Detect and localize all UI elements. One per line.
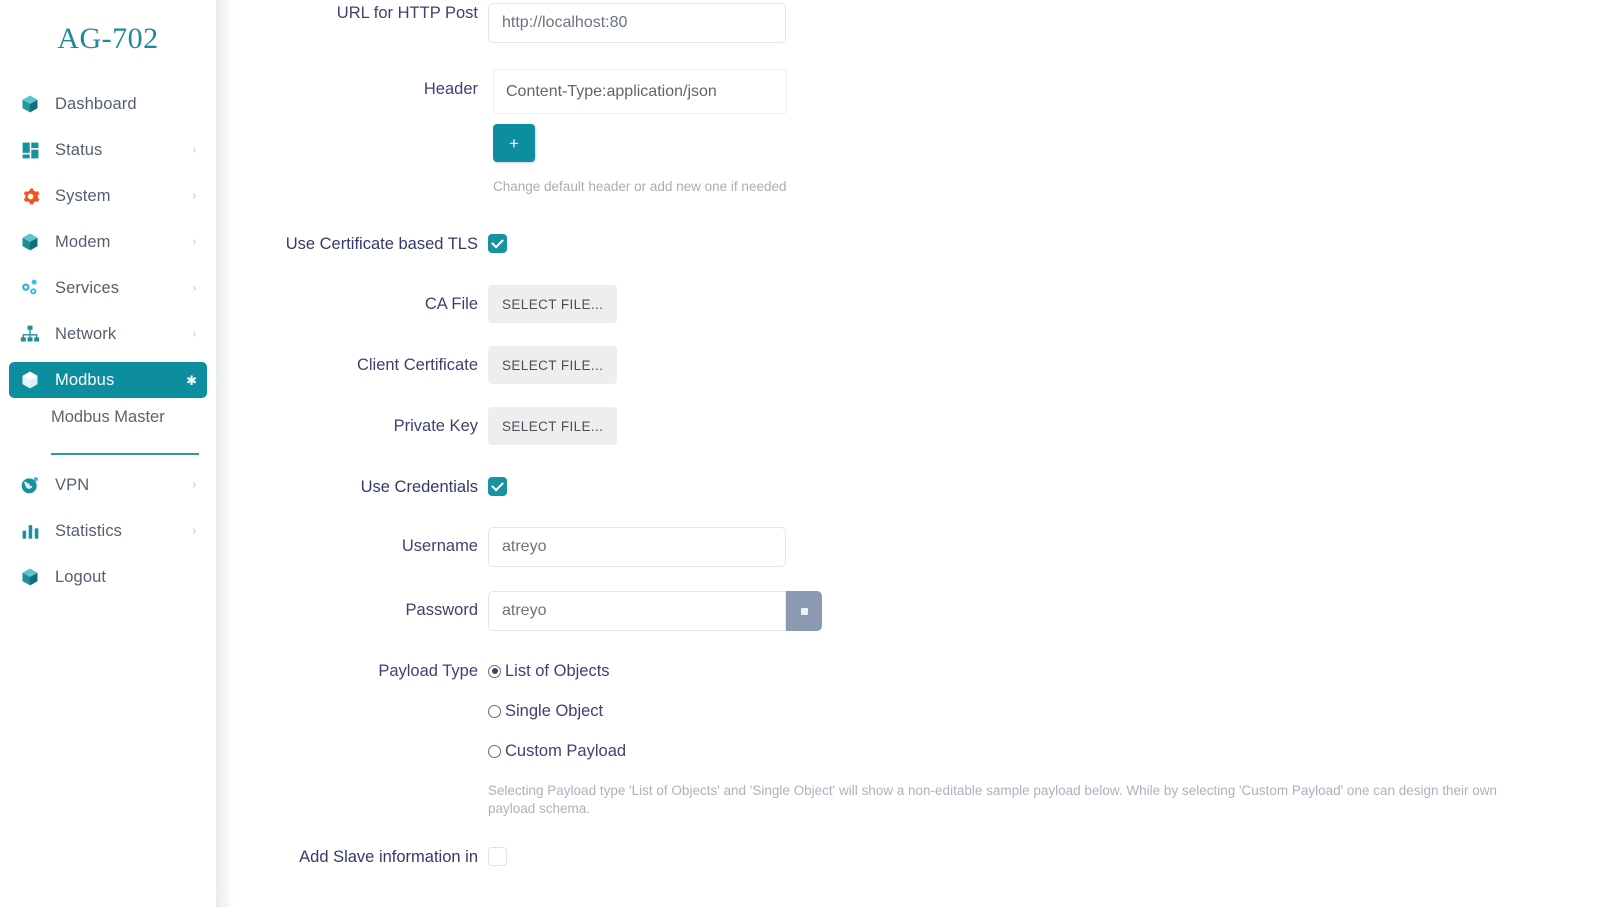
chevron-right-icon: › (191, 280, 197, 296)
field-row-payload-type: Payload Type List of Objects Single Obje… (216, 661, 1518, 818)
sidebar-item-system[interactable]: System › (9, 178, 207, 214)
brand-title: AG-702 (57, 22, 159, 55)
ca-file-select-button[interactable]: SELECT FILE... (488, 285, 618, 323)
eye-icon (800, 607, 808, 615)
sidebar-item-modbus[interactable]: Modbus ✱ (9, 362, 207, 398)
field-row-use-credentials: Use Credentials (216, 477, 507, 497)
field-row-url: URL for HTTP Post (216, 3, 786, 43)
add-slave-info-label: Add Slave information in (299, 848, 478, 866)
payload-type-option-label: Single Object (505, 701, 604, 720)
password-input[interactable] (488, 591, 786, 631)
field-row-ca-file: CA File SELECT FILE... (216, 285, 618, 323)
chevron-right-icon: › (191, 142, 197, 158)
field-row-private-key: Private Key SELECT FILE... (216, 407, 618, 445)
chevron-right-icon: › (191, 326, 197, 342)
radio-icon (488, 744, 501, 758)
sidebar: AG-702 Dashboard Status › System › Modem… (0, 0, 216, 907)
app-root: AG-702 Dashboard Status › System › Modem… (0, 0, 1600, 907)
payload-type-radio-group: List of Objects Single Object Custom Pay… (488, 661, 1518, 761)
private-key-select-button[interactable]: SELECT FILE... (488, 407, 618, 445)
tls-checkbox[interactable] (488, 234, 507, 253)
username-input[interactable] (488, 527, 786, 567)
nodes-icon (18, 277, 42, 299)
chevron-down-icon: ✱ (186, 372, 197, 388)
ca-file-label: CA File (424, 295, 478, 313)
sidebar-item-label: System (55, 186, 111, 205)
username-label: Username (401, 537, 478, 555)
use-credentials-label: Use Credentials (360, 478, 478, 496)
sidebar-item-label: Status (55, 140, 103, 159)
sidebar-divider (216, 0, 234, 907)
chevron-right-icon: › (191, 234, 197, 250)
sidebar-item-statistics[interactable]: Statistics › (9, 513, 207, 549)
field-row-username: Username (216, 527, 786, 567)
chevron-right-icon: › (191, 477, 197, 493)
sidebar-item-label: Statistics (55, 521, 123, 540)
payload-type-option-custom-payload[interactable]: Custom Payload (488, 741, 1518, 761)
payload-type-option-label: List of Objects (505, 661, 610, 680)
sidebar-item-label: Dashboard (55, 94, 137, 113)
payload-type-option-single-object[interactable]: Single Object (488, 701, 1518, 721)
bar-chart-icon (18, 520, 42, 542)
url-input[interactable] (488, 3, 786, 43)
sidebar-item-modbus-master[interactable]: Modbus Master (9, 408, 207, 441)
gear-icon (18, 185, 42, 207)
use-credentials-checkbox[interactable] (488, 477, 507, 496)
radio-icon (488, 664, 501, 678)
client-certificate-select-button[interactable]: SELECT FILE... (488, 346, 618, 384)
tls-label: Use Certificate based TLS (285, 235, 478, 253)
header-label: Header (423, 80, 478, 98)
payload-type-label: Payload Type (378, 662, 478, 680)
add-slave-info-checkbox[interactable] (488, 847, 507, 866)
grid-icon (18, 139, 42, 161)
add-header-button[interactable]: + (493, 124, 535, 162)
chevron-right-icon: › (191, 188, 197, 204)
url-label: URL for HTTP Post (336, 4, 478, 22)
sidebar-item-logout[interactable]: Logout (9, 559, 207, 595)
field-row-password: Password (216, 591, 822, 631)
sidebar-item-label: Modem (55, 232, 111, 251)
sidebar-item-status[interactable]: Status › (9, 132, 207, 168)
chevron-right-icon: › (191, 523, 197, 539)
sidebar-item-modem[interactable]: Modem › (9, 224, 207, 260)
client-certificate-label: Client Certificate (356, 356, 478, 374)
payload-type-option-label: Custom Payload (505, 741, 627, 760)
field-row-client-certificate: Client Certificate SELECT FILE... (216, 346, 618, 384)
radio-icon (488, 704, 501, 718)
sidebar-item-network[interactable]: Network › (9, 316, 207, 352)
field-row-tls: Use Certificate based TLS (216, 234, 507, 254)
sitemap-icon (18, 323, 42, 345)
cube-icon (18, 231, 42, 253)
sidebar-item-label: Network (55, 324, 117, 343)
payload-type-option-list-of-objects[interactable]: List of Objects (488, 661, 1518, 681)
header-input[interactable] (493, 69, 787, 114)
cube-icon (18, 566, 42, 588)
sidebar-item-label: Logout (55, 567, 107, 586)
field-row-header: Header + Change default header or add ne… (216, 69, 787, 195)
sidebar-item-dashboard[interactable]: Dashboard (9, 86, 207, 122)
private-key-label: Private Key (393, 417, 478, 435)
sidebar-subitem-label: Modbus Master (51, 408, 165, 426)
sidebar-item-vpn[interactable]: VPN › (9, 467, 207, 503)
password-input-group (488, 591, 822, 631)
sidebar-item-label: Modbus (55, 370, 115, 389)
password-label: Password (405, 601, 478, 619)
cube-icon (18, 369, 42, 391)
sidebar-item-label: VPN (55, 475, 90, 494)
header-hint: Change default header or add new one if … (493, 179, 787, 194)
cube-icon (18, 93, 42, 115)
field-row-add-slave-info: Add Slave information in (216, 847, 507, 867)
main-content: URL for HTTP Post Header + Change defaul… (216, 0, 1600, 907)
globe-icon (18, 474, 42, 496)
sidebar-nav: Dashboard Status › System › Modem › Serv… (0, 86, 216, 595)
password-visibility-toggle-button[interactable] (786, 591, 822, 631)
sidebar-item-label: Services (55, 278, 120, 297)
sidebar-item-services[interactable]: Services › (9, 270, 207, 306)
sidebar-subitem-underline (51, 453, 199, 455)
payload-type-hint: Selecting Payload type 'List of Objects'… (488, 783, 1498, 816)
